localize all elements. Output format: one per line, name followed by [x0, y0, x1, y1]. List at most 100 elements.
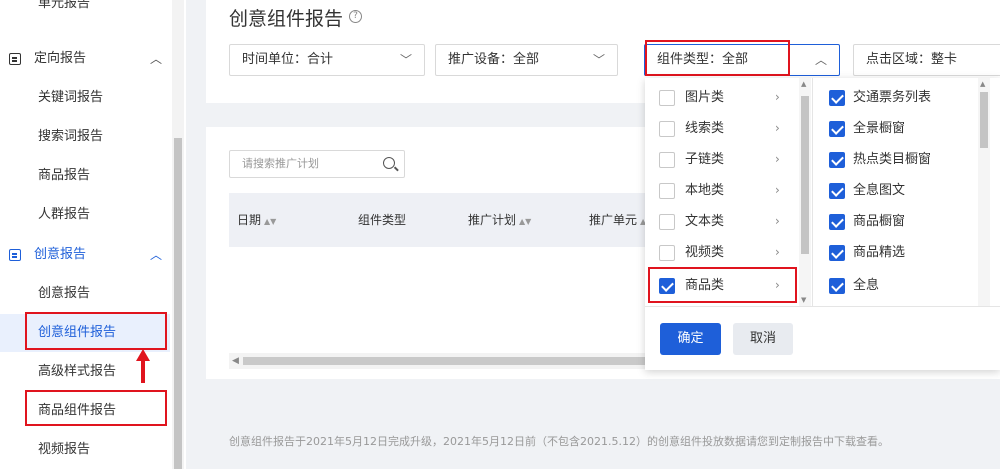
checkbox[interactable]	[659, 245, 675, 261]
checkbox-checked[interactable]	[829, 214, 845, 230]
column-label: 推广单元	[589, 213, 638, 227]
time-unit-select[interactable]: 时间单位：合计 ﹀	[229, 44, 425, 76]
option-label: 本地类	[685, 183, 725, 198]
option-hot-category-showcase[interactable]: 热点类目橱窗	[815, 144, 965, 175]
option-lead[interactable]: 线索类 ›	[645, 113, 795, 144]
highlight-box	[648, 267, 797, 303]
option-label: 全景橱窗	[853, 121, 906, 136]
device-select[interactable]: 推广设备：全部 ﹀	[435, 44, 618, 76]
help-icon[interactable]: ?	[349, 10, 362, 23]
chevron-right-icon: ›	[775, 214, 780, 228]
option-sublink[interactable]: 子链类 ›	[645, 144, 795, 175]
search-input[interactable]: 请搜索推广计划	[229, 150, 405, 178]
option-transport-tickets[interactable]: 交通票务列表	[815, 82, 965, 113]
option-label: 交通票务列表	[853, 90, 932, 105]
confirm-button[interactable]: 确定	[660, 323, 721, 355]
option-text[interactable]: 文本类 ›	[645, 206, 795, 237]
report-icon	[9, 53, 21, 65]
column-date[interactable]: 日期 ▲▼	[237, 193, 276, 249]
chevron-up-icon: ︿	[149, 248, 162, 262]
chevron-right-icon: ›	[775, 90, 780, 104]
scroll-up-icon[interactable]: ▲	[801, 80, 806, 88]
subcategory-list: 交通票务列表 全景橱窗 热点类目橱窗 全息图文 商品橱窗 商品精选 全息 ▲	[815, 78, 1000, 306]
column-label: 日期	[237, 213, 262, 227]
sidebar-item-video-report[interactable]: 视频报告	[0, 431, 170, 469]
highlight-box	[25, 312, 167, 350]
search-placeholder: 请搜索推广计划	[242, 157, 319, 170]
chevron-down-icon: ﹀	[592, 53, 605, 67]
sort-icon[interactable]: ▲▼	[519, 217, 531, 226]
select-value: 点击区域：整卡	[866, 52, 958, 67]
cancel-button[interactable]: 取消	[733, 323, 793, 355]
chevron-right-icon: ›	[775, 183, 780, 197]
sidebar-item-search-term-report[interactable]: 搜索词报告	[0, 118, 170, 156]
option-product-showcase[interactable]: 商品橱窗	[815, 206, 965, 237]
component-type-dropdown: 图片类 › 线索类 › 子链类 › 本地类 › 文本类 › 视频类 › 商品类 …	[645, 78, 1000, 370]
sidebar-scrollbar-thumb[interactable]	[174, 138, 182, 469]
scroll-up-icon[interactable]: ▲	[980, 80, 985, 88]
highlight-box	[645, 40, 790, 76]
arrow-up-icon	[136, 349, 150, 383]
report-icon	[9, 249, 21, 261]
option-local[interactable]: 本地类 ›	[645, 175, 795, 206]
checkbox[interactable]	[659, 121, 675, 137]
sidebar-item-audience-report[interactable]: 人群报告	[0, 196, 170, 234]
checkbox-checked[interactable]	[829, 183, 845, 199]
scroll-down-icon[interactable]: ▼	[801, 296, 806, 304]
option-holographic[interactable]: 全息	[815, 270, 965, 301]
chevron-down-icon: ﹀	[399, 53, 412, 67]
chevron-right-icon: ›	[775, 152, 780, 166]
option-label: 子链类	[685, 152, 725, 167]
subcategory-scrollbar[interactable]: ▲	[978, 78, 990, 306]
sidebar-item-creative-report[interactable]: 创意报告	[0, 275, 170, 313]
option-product-selection[interactable]: 商品精选	[815, 237, 965, 268]
divider	[645, 306, 1000, 307]
checkbox[interactable]	[659, 214, 675, 230]
option-label: 文本类	[685, 214, 725, 229]
sidebar: 单元报告 定向报告 ︿ 关键词报告 搜索词报告 商品报告 人群报告 创意报告 ︿…	[0, 0, 186, 469]
checkbox-checked[interactable]	[829, 90, 845, 106]
sidebar-item-keyword-report[interactable]: 关键词报告	[0, 79, 170, 117]
checkbox-checked[interactable]	[829, 245, 845, 261]
checkbox-checked[interactable]	[829, 278, 845, 294]
option-holographic-graphic[interactable]: 全息图文	[815, 175, 965, 206]
sort-icon[interactable]: ▲▼	[264, 217, 276, 226]
search-icon[interactable]	[383, 157, 395, 169]
checkbox[interactable]	[659, 183, 675, 199]
option-label: 热点类目橱窗	[853, 152, 932, 167]
category-scrollbar[interactable]: ▲ ▼	[799, 78, 811, 306]
scrollbar-thumb[interactable]	[980, 92, 988, 148]
checkbox[interactable]	[659, 90, 675, 106]
column-label: 组件类型	[358, 213, 407, 227]
sidebar-group-creative[interactable]: 创意报告 ︿	[0, 236, 170, 274]
column-component-type: 组件类型	[358, 193, 406, 247]
click-area-select[interactable]: 点击区域：整卡	[853, 44, 1000, 76]
chevron-right-icon: ›	[775, 245, 780, 259]
option-label: 商品橱窗	[853, 214, 906, 229]
highlight-box	[25, 390, 167, 426]
option-video[interactable]: 视频类 ›	[645, 237, 795, 268]
column-ad-group[interactable]: 推广单元▲▼	[589, 193, 652, 249]
option-image[interactable]: 图片类 ›	[645, 82, 795, 113]
checkbox[interactable]	[659, 152, 675, 168]
select-value: 推广设备：全部	[448, 52, 540, 67]
chevron-right-icon: ›	[775, 121, 780, 135]
page-title: 创意组件报告	[229, 8, 344, 30]
scrollbar-thumb[interactable]	[801, 96, 809, 254]
sidebar-item-product-report[interactable]: 商品报告	[0, 157, 170, 195]
sidebar-item-unit-report[interactable]: 单元报告	[0, 0, 170, 14]
upgrade-notice: 创意组件报告于2021年5月12日完成升级，2021年5月12日前（不包含202…	[229, 435, 889, 448]
column-campaign[interactable]: 推广计划 ▲▼	[468, 193, 531, 249]
column-label: 推广计划	[468, 213, 517, 227]
option-panorama-showcase[interactable]: 全景橱窗	[815, 113, 965, 144]
checkbox-checked[interactable]	[829, 121, 845, 137]
option-label: 商品精选	[853, 245, 906, 260]
sidebar-group-targeting[interactable]: 定向报告 ︿	[0, 40, 170, 78]
checkbox-checked[interactable]	[829, 152, 845, 168]
scroll-left-icon[interactable]: ◀	[232, 356, 239, 366]
chevron-up-icon: ︿	[149, 52, 162, 66]
option-label: 全息	[853, 278, 880, 293]
option-label: 图片类	[685, 90, 725, 105]
chevron-up-icon: ︿	[814, 53, 827, 67]
sidebar-group-label: 定向报告	[34, 51, 87, 66]
